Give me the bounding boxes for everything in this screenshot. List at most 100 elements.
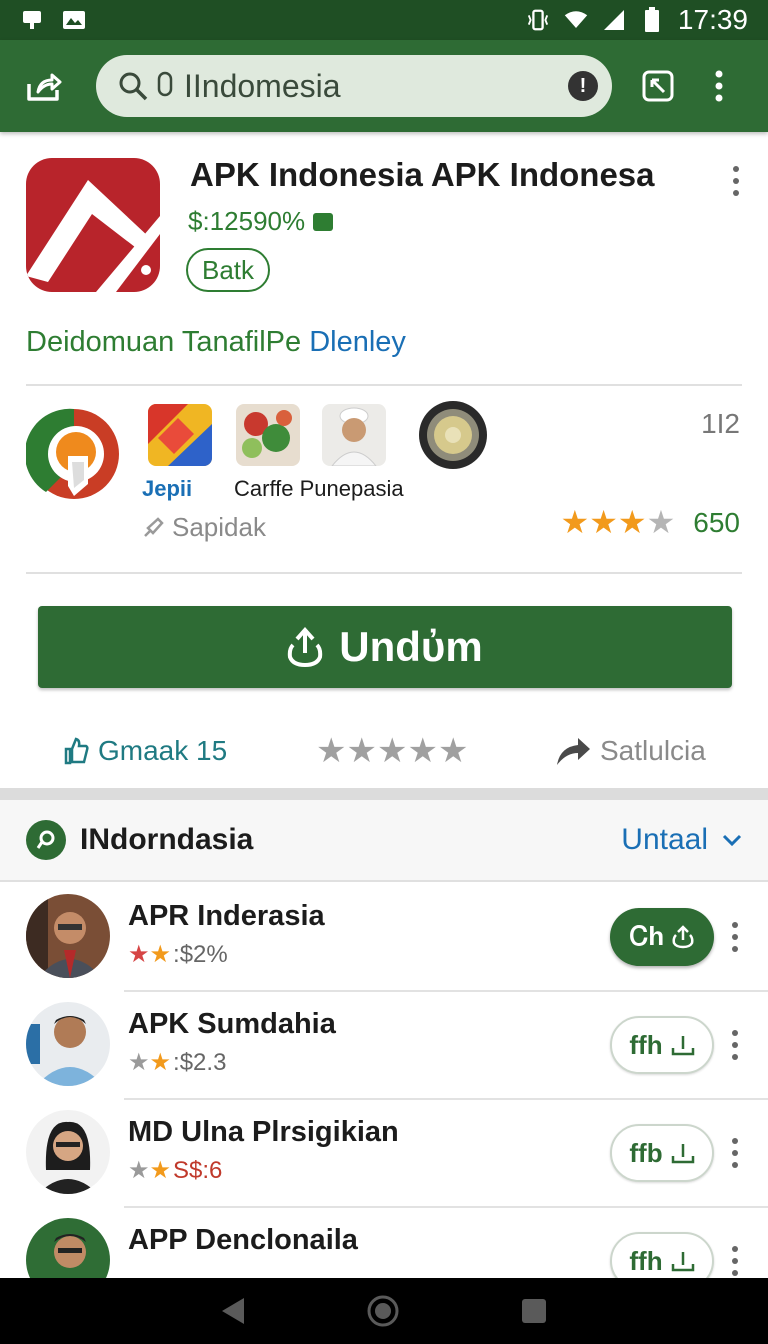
install-label: Undὐm — [339, 623, 483, 670]
battery-icon — [640, 7, 664, 32]
section-header: INdorndasia Untaal — [0, 800, 768, 882]
list-item-name: APR Inderasia — [128, 900, 325, 932]
star-filled-icon: ★ — [589, 504, 618, 540]
rate-stars[interactable]: ★★★★★ — [316, 734, 468, 769]
app-more-icon[interactable] — [731, 166, 741, 196]
status-time: 17:39 — [677, 4, 748, 35]
alert-icon[interactable]: ! — [568, 71, 598, 101]
star-icon: ★ — [128, 941, 150, 968]
photo-icon — [62, 9, 86, 31]
star-empty-icon[interactable]: ★ — [346, 732, 376, 770]
star-empty-icon[interactable]: ★ — [316, 732, 346, 770]
upload-icon — [288, 627, 323, 667]
action-row: Gmaak 15 ★★★★★ Satlulcia — [0, 720, 768, 782]
music-note-icon — [26, 820, 66, 860]
star-empty-icon: ★ — [646, 504, 676, 540]
developer-name[interactable]: Deidomuan TanafilPe Dlenley — [26, 326, 406, 359]
rating-value: 650 — [693, 507, 740, 538]
developer-name-blue: Dlenley — [309, 326, 406, 358]
recents-icon[interactable] — [520, 1297, 548, 1325]
star-empty-icon[interactable]: ★ — [407, 732, 437, 770]
thumbs-up-icon — [64, 737, 89, 765]
list-item-rating: ★★ :$2.3 — [128, 1048, 227, 1077]
more-vert-icon — [715, 70, 723, 102]
category-badge[interactable]: Batk — [186, 248, 271, 292]
divider — [26, 572, 742, 574]
avatar — [26, 1002, 110, 1086]
external-link-icon — [642, 70, 674, 102]
list-item[interactable]: APP Denclonaila ffh — [0, 1208, 768, 1278]
home-icon[interactable] — [366, 1294, 400, 1328]
star-empty-icon[interactable]: ★ — [377, 732, 407, 770]
mic-icon[interactable] — [156, 71, 174, 101]
avatar — [26, 1218, 110, 1278]
star-icon: ★ — [149, 1049, 172, 1076]
thumb-salad[interactable] — [236, 404, 300, 466]
share-button[interactable] — [16, 58, 72, 114]
thumb-jepii[interactable] — [148, 404, 212, 466]
developer-name-green: Deidomuan TanafilPe — [26, 326, 310, 358]
search-icon — [119, 72, 148, 101]
rocket-icon — [144, 516, 164, 537]
share-app-button[interactable]: Satlulcia — [554, 735, 706, 767]
app-logo-icon — [26, 158, 160, 292]
avatar — [26, 1110, 110, 1194]
list-item[interactable]: APR Inderasia ★★ :$2% Ꮯh — [0, 884, 768, 992]
section-filter-dropdown[interactable]: Untaal — [621, 823, 742, 857]
more-menu-button[interactable] — [704, 58, 734, 114]
top-toolbar: IIndomesia ! — [0, 40, 768, 132]
list-item[interactable]: APK Sumdahia ★★ :$2.3 ffh — [0, 992, 768, 1100]
download-button[interactable]: ffh — [610, 1016, 714, 1074]
list-item-rating: ★★ :$2% — [128, 940, 228, 969]
more-vert-icon[interactable] — [730, 1246, 740, 1276]
list-item-name: APK Sumdahia — [128, 1008, 336, 1040]
back-icon[interactable] — [220, 1296, 246, 1326]
like-button[interactable]: Gmaak 15 — [62, 735, 227, 767]
more-vert-icon[interactable] — [730, 922, 740, 952]
app-price: $:12590% — [188, 206, 334, 237]
download-button[interactable]: Ꮯh — [610, 908, 714, 966]
download-button[interactable]: ffh — [610, 1232, 714, 1278]
avatar — [26, 894, 110, 978]
price-text: $:12590% — [188, 206, 306, 236]
search-input[interactable]: IIndomesia — [184, 68, 568, 105]
empty-stars-icon[interactable]: ★★★★★ — [316, 734, 468, 769]
star-filled-icon: ★ — [617, 504, 647, 540]
thumb-person[interactable] — [322, 404, 386, 466]
more-vert-icon[interactable] — [730, 1138, 740, 1168]
section-title: INdorndasia — [80, 823, 254, 856]
star-icon: ★ — [128, 1157, 150, 1184]
app-list: APR Inderasia ★★ :$2% Ꮯh APK Sumdahia ★★… — [0, 884, 768, 1278]
star-rating: ★★ — [128, 940, 171, 969]
open-external-button[interactable] — [630, 58, 686, 114]
system-nav-bar — [0, 1278, 768, 1344]
install-button[interactable]: Undὐm — [38, 606, 732, 688]
vibrate-icon — [526, 9, 550, 31]
star-icon: ★ — [149, 941, 172, 968]
related-count: 1I2 — [701, 408, 740, 439]
share-icon — [27, 73, 62, 101]
star-icon: ★ — [128, 1049, 150, 1076]
star-empty-icon[interactable]: ★ — [438, 732, 468, 770]
label-jepii: Jepii — [142, 476, 193, 501]
download-icon — [671, 1252, 694, 1272]
upload-icon — [672, 925, 694, 949]
download-button[interactable]: ffb — [610, 1124, 714, 1182]
forward-share-icon — [557, 738, 590, 765]
related-apps: Jepii Carffe Punepasia 1I2 Sapidak ★★★★ … — [0, 386, 768, 572]
speaker-icon[interactable] — [418, 400, 488, 470]
indonesia-logo-icon[interactable] — [24, 406, 122, 502]
search-bar[interactable]: IIndomesia ! — [96, 55, 612, 117]
sapidak-label: Sapidak — [142, 512, 266, 543]
label-carffe: Carffe Punepasia — [234, 476, 404, 501]
chevron-down-icon — [722, 834, 742, 847]
star-filled-icon: ★ — [560, 504, 590, 540]
app-title: APK Indonesia APK Indonesa — [190, 156, 655, 193]
list-item[interactable]: MD Ulna Plrsigikian ★★ S$:6 ffb — [0, 1100, 768, 1208]
list-item-name: MD Ulna Plrsigikian — [128, 1116, 399, 1148]
status-bar: 17:39 — [0, 0, 768, 40]
more-vert-icon[interactable] — [730, 1030, 740, 1060]
download-icon — [671, 1036, 694, 1056]
wifi-icon — [564, 9, 588, 31]
notification-icon — [20, 9, 44, 31]
